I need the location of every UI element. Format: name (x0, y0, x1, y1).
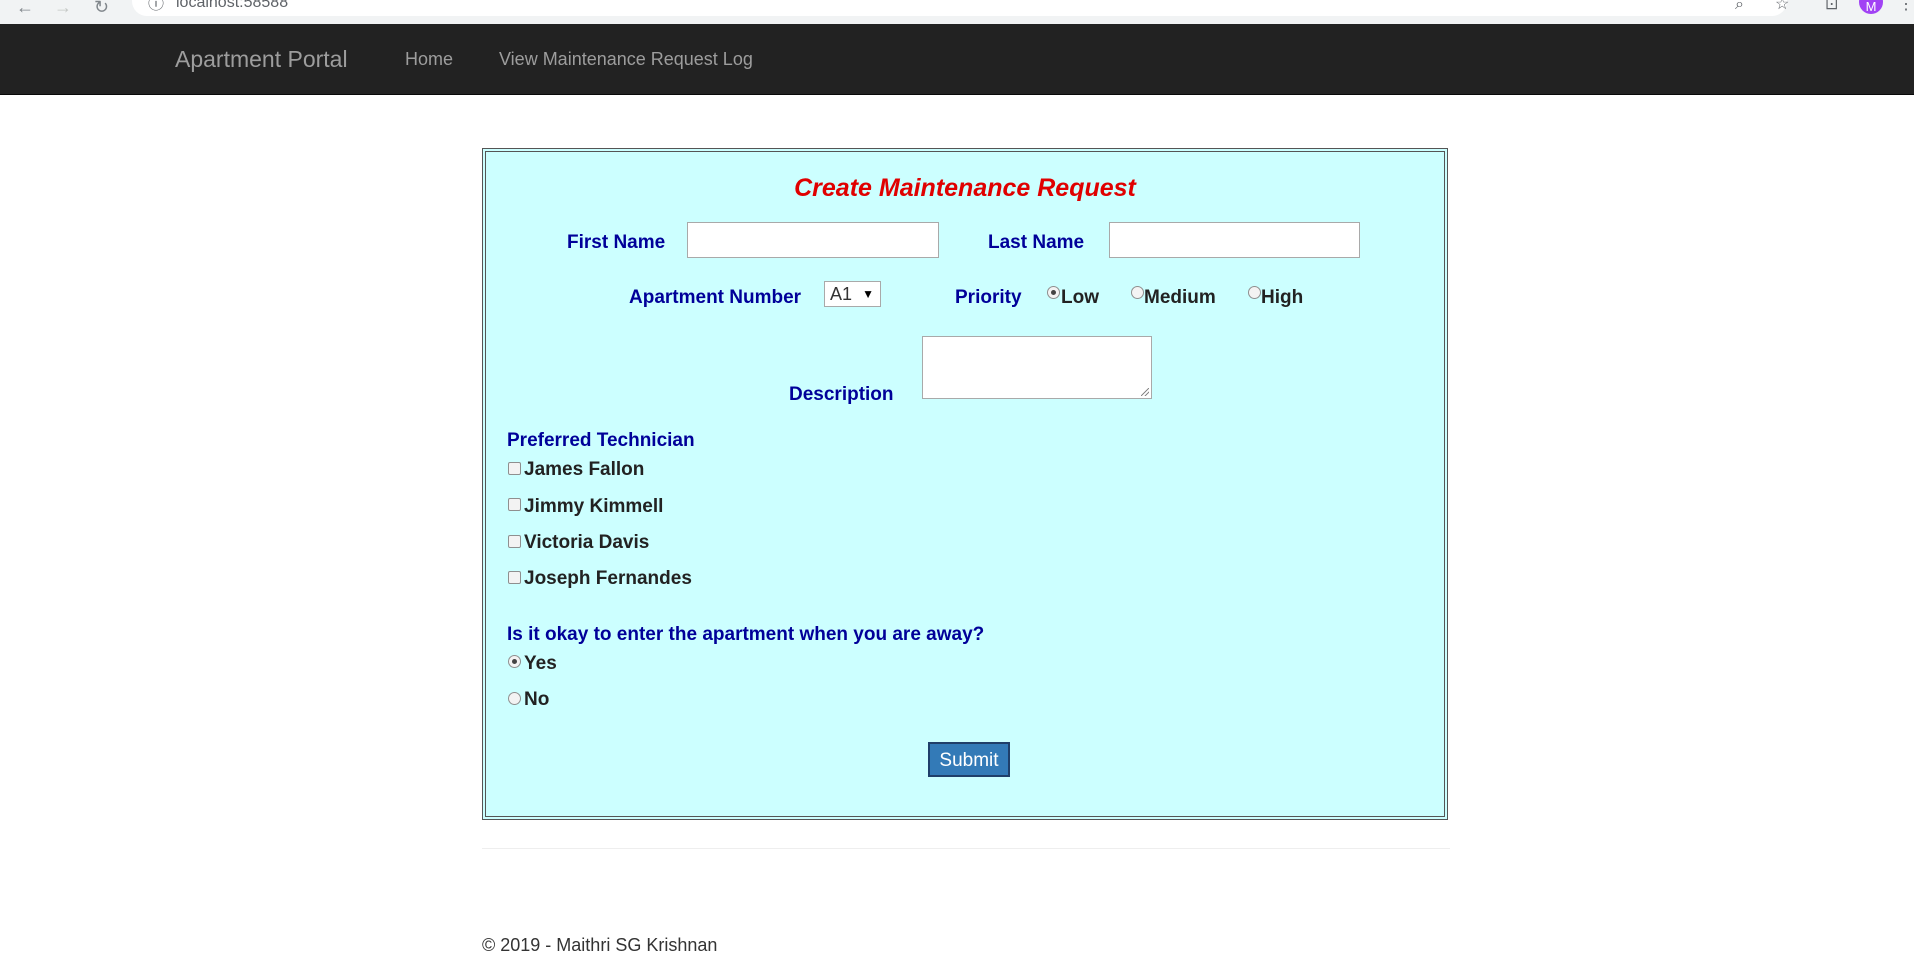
last-name-label: Last Name (988, 232, 1085, 253)
site-info-icon[interactable]: ⓘ (148, 0, 164, 13)
entry-permission-label: Is it okay to enter the apartment when y… (507, 624, 985, 645)
zoom-icon[interactable]: ⌕ (1735, 0, 1744, 13)
description-textarea[interactable] (922, 336, 1152, 399)
address-bar-url: localhost:58588 (176, 0, 289, 11)
nav-maintenance-log-link[interactable]: View Maintenance Request Log (499, 24, 753, 94)
priority-medium-radio[interactable] (1131, 286, 1144, 299)
chevron-down-icon: ▼ (862, 287, 874, 301)
priority-low-label: Low (1061, 287, 1099, 308)
entry-no-label: No (524, 689, 550, 710)
priority-low-radio[interactable] (1047, 286, 1060, 299)
profile-avatar[interactable]: M (1859, 0, 1883, 14)
priority-label: Priority (955, 287, 1022, 308)
first-name-label: First Name (567, 232, 666, 253)
maintenance-request-form: Create Maintenance Request First Name La… (482, 148, 1448, 820)
technician-label-james-fallon: James Fallon (524, 459, 645, 480)
priority-medium-label: Medium (1144, 287, 1216, 308)
address-bar[interactable] (132, 0, 1787, 16)
brand-link[interactable]: Apartment Portal (175, 24, 348, 94)
entry-yes-radio[interactable] (508, 655, 521, 668)
footer-divider (482, 848, 1450, 849)
back-arrow-icon[interactable]: ← (16, 0, 34, 16)
last-name-input[interactable] (1109, 222, 1360, 258)
first-name-input[interactable] (687, 222, 939, 258)
cast-icon[interactable]: ⊡ (1825, 0, 1838, 13)
browser-menu-icon[interactable]: ⋮ (1898, 0, 1914, 13)
form-title: Create Maintenance Request (794, 174, 1136, 202)
technician-label-victoria-davis: Victoria Davis (524, 532, 650, 553)
entry-no-radio[interactable] (508, 692, 521, 705)
bookmark-star-icon[interactable]: ☆ (1775, 0, 1789, 13)
nav-home-link[interactable]: Home (405, 24, 453, 94)
top-navbar: Apartment Portal Home View Maintenance R… (0, 24, 1914, 95)
priority-high-radio[interactable] (1248, 286, 1261, 299)
footer-copyright: © 2019 - Maithri SG Krishnan (482, 935, 718, 955)
technician-checkbox-jimmy-kimmell[interactable] (508, 498, 521, 511)
apartment-number-value: A1 (830, 284, 853, 304)
forward-arrow-icon[interactable]: → (54, 0, 72, 16)
browser-toolbar: ← → ↻ ⓘ localhost:58588 ⌕ ☆ ⊡ M ⋮ (0, 0, 1914, 24)
technician-label-jimmy-kimmell: Jimmy Kimmell (524, 496, 664, 517)
reload-icon[interactable]: ↻ (94, 0, 109, 16)
technician-checkbox-james-fallon[interactable] (508, 462, 521, 475)
priority-high-label: High (1261, 287, 1304, 308)
technician-checkbox-victoria-davis[interactable] (508, 535, 521, 548)
preferred-technician-label: Preferred Technician (507, 430, 695, 451)
description-label: Description (789, 384, 894, 405)
technician-label-joseph-fernandes: Joseph Fernandes (524, 568, 692, 589)
apartment-number-label: Apartment Number (629, 287, 802, 308)
entry-yes-label: Yes (524, 653, 557, 674)
resize-handle-icon[interactable] (1141, 388, 1149, 396)
submit-button[interactable]: Submit (928, 742, 1010, 777)
technician-checkbox-joseph-fernandes[interactable] (508, 571, 521, 584)
apartment-number-select[interactable]: A1 ▼ (824, 281, 881, 307)
